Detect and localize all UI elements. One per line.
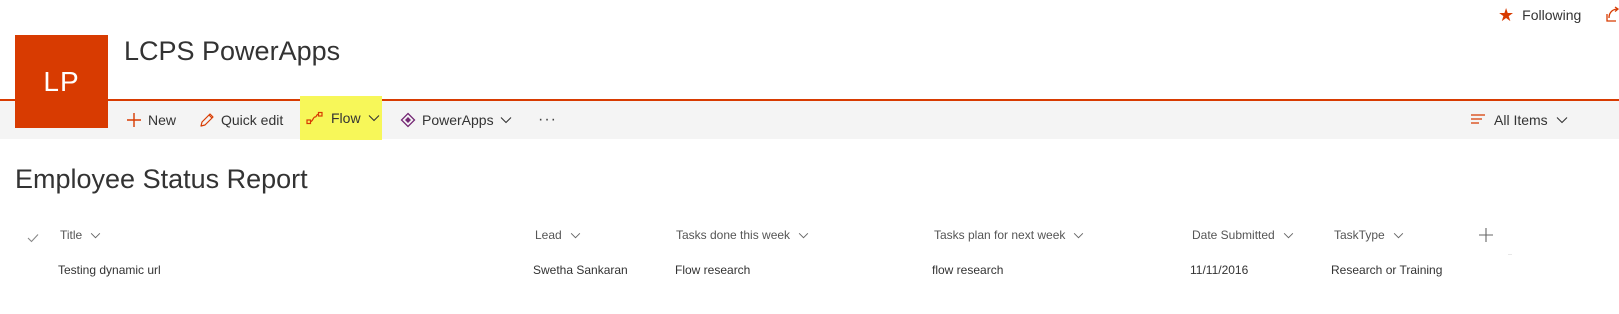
- site-logo[interactable]: LP: [15, 35, 108, 128]
- site-title[interactable]: LCPS PowerApps: [124, 36, 340, 67]
- column-header-label: Lead: [535, 228, 562, 242]
- quick-edit-label: Quick edit: [221, 112, 284, 128]
- cell-tasks-done: Flow research: [675, 263, 751, 277]
- column-header-tasks-plan[interactable]: Tasks plan for next week: [934, 226, 1084, 244]
- column-header-label: Tasks plan for next week: [934, 228, 1066, 242]
- cell-tasktype: Research or Training: [1331, 263, 1443, 277]
- new-button[interactable]: New: [126, 101, 176, 139]
- share-icon[interactable]: [1606, 6, 1619, 22]
- star-icon: ★: [1498, 5, 1515, 25]
- follow-button[interactable]: ★ Following: [1498, 4, 1581, 26]
- chevron-down-icon: [368, 115, 379, 122]
- cell-tasks-plan: flow research: [932, 263, 1004, 277]
- chevron-down-icon: [1393, 232, 1403, 238]
- cell-date-submitted: 11/11/2016: [1190, 263, 1249, 277]
- plus-icon: [127, 113, 141, 127]
- powerapps-icon: [400, 112, 416, 128]
- column-header-label: Title: [60, 228, 83, 242]
- view-selector[interactable]: All Items: [1470, 101, 1568, 139]
- flow-label: Flow: [331, 110, 361, 126]
- more-options-button[interactable]: ···: [538, 101, 557, 139]
- powerapps-button[interactable]: PowerApps: [400, 101, 512, 139]
- new-button-label: New: [148, 112, 177, 128]
- column-header-date-submitted[interactable]: Date Submitted: [1192, 226, 1294, 244]
- flow-icon: [306, 111, 323, 125]
- chevron-down-icon: [91, 232, 101, 238]
- chevron-down-icon: [500, 117, 511, 124]
- chevron-down-icon: [1556, 117, 1568, 124]
- divider: [1508, 254, 1512, 255]
- column-header-tasktype[interactable]: TaskType: [1334, 226, 1404, 244]
- column-header-lead[interactable]: Lead: [535, 226, 581, 244]
- chevron-down-icon: [570, 232, 580, 238]
- cell-title[interactable]: Testing dynamic url: [58, 263, 161, 277]
- pencil-icon: [200, 113, 214, 127]
- command-bar: New Quick edit Flow PowerApps ··· All It…: [0, 96, 1619, 140]
- plus-icon: [1479, 228, 1493, 242]
- flow-button[interactable]: Flow: [300, 96, 382, 140]
- quick-edit-button[interactable]: Quick edit: [199, 101, 283, 139]
- column-header-label: TaskType: [1334, 228, 1385, 242]
- list-title: Employee Status Report: [15, 164, 308, 194]
- follow-label: Following: [1522, 7, 1582, 23]
- powerapps-label: PowerApps: [422, 112, 494, 128]
- checkmark-icon: [27, 234, 39, 243]
- column-header-label: Tasks done this week: [676, 228, 791, 242]
- view-selector-label: All Items: [1494, 112, 1548, 128]
- column-header-title[interactable]: Title: [60, 226, 101, 244]
- cell-lead: Swetha Sankaran: [533, 263, 628, 277]
- add-column-button[interactable]: [1478, 226, 1494, 244]
- chevron-down-icon: [1283, 232, 1293, 238]
- chevron-down-icon: [798, 232, 809, 238]
- column-header-tasks-done[interactable]: Tasks done this week: [676, 226, 809, 244]
- ellipsis-icon: ···: [538, 111, 557, 128]
- select-all-checkbox[interactable]: [27, 229, 39, 247]
- column-header-label: Date Submitted: [1192, 228, 1275, 242]
- view-lines-icon: [1471, 114, 1485, 124]
- site-logo-initials: LP: [43, 65, 80, 97]
- chevron-down-icon: [1074, 232, 1084, 238]
